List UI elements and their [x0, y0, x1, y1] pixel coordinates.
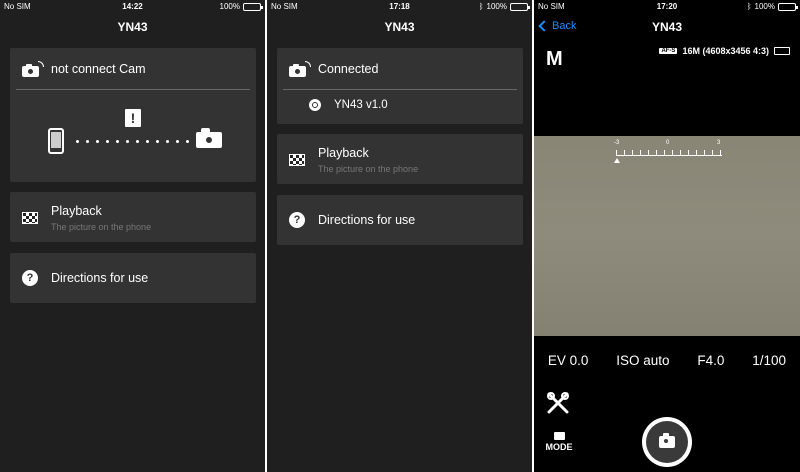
status-bar: No SIM 14:22 100% [0, 0, 265, 14]
battery-icon [243, 2, 263, 11]
phone-icon [48, 128, 64, 154]
shutter-button[interactable] [642, 417, 692, 467]
page-title: YN43 [384, 20, 415, 34]
camera-wifi-icon [22, 61, 44, 77]
connection-dots [76, 140, 189, 143]
battery-icon [778, 2, 798, 11]
battery-percent: 100% [486, 2, 507, 11]
exposure-marker [614, 158, 620, 163]
wrench-icon[interactable] [546, 391, 570, 415]
nav-bar: YN43 [267, 14, 532, 40]
connection-status: Connected [318, 62, 379, 76]
exclamation-icon: ! [125, 109, 141, 127]
device-name: YN43 v1.0 [334, 99, 388, 111]
menu-item-directions[interactable]: ? Directions for use [277, 195, 523, 245]
question-icon: ? [289, 212, 305, 228]
ev-value[interactable]: EV 0.0 [548, 353, 589, 368]
bluetooth-icon: ᛒ [746, 2, 752, 11]
connection-card[interactable]: Connected YN43 v1.0 [277, 48, 523, 124]
divider [16, 89, 250, 90]
screen-disconnected: No SIM 14:22 100% YN43 not connect Cam ! [0, 0, 265, 472]
device-row[interactable]: YN43 v1.0 [309, 99, 388, 111]
playback-label: Playback [51, 204, 102, 218]
playback-label: Playback [318, 146, 369, 160]
resolution-label: 16M (4608x3456 4:3) [682, 46, 769, 56]
menu-item-playback[interactable]: Playback The picture on the phone [277, 134, 523, 184]
screen-connected: No SIM 17:18 ᛒ 100% YN43 Connected YN43 … [267, 0, 532, 472]
menu-item-directions[interactable]: ? Directions for use [10, 253, 256, 303]
nav-bar: Back YN43 [534, 14, 800, 40]
menu-item-playback[interactable]: Playback The picture on the phone [10, 192, 256, 242]
scale-ticks [616, 150, 722, 156]
camera-icon [659, 433, 675, 448]
scale-min: -3 [614, 140, 620, 146]
page-title: YN43 [117, 20, 148, 34]
status-bar: No SIM 17:18 ᛒ 100% [267, 0, 532, 14]
screen-remote-camera: No SIM 17:20 ᛒ 100% Back YN43 M AF-S 16M… [534, 0, 800, 472]
scale-max: 3 [717, 140, 721, 146]
shutter-speed-value[interactable]: 1/100 [752, 353, 786, 368]
connection-card[interactable]: not connect Cam ! [10, 48, 256, 182]
iso-value[interactable]: ISO auto [616, 353, 669, 368]
question-icon: ? [22, 270, 38, 286]
page-title: YN43 [651, 20, 683, 34]
checkerboard-icon [22, 212, 38, 224]
camera-info: AF-S 16M (4608x3456 4:3) [659, 46, 790, 56]
mode-button[interactable]: MODE [542, 432, 576, 452]
nav-bar: YN43 [0, 14, 265, 40]
status-bar: No SIM 17:20 ᛒ 100% [534, 0, 800, 14]
camera-icon [196, 128, 222, 148]
exposure-scale: -3 0 3 [614, 140, 724, 168]
directions-label: Directions for use [318, 213, 416, 227]
mode-label: MODE [545, 442, 573, 452]
shooting-mode: M [546, 48, 563, 70]
battery-percent: 100% [219, 2, 240, 11]
bluetooth-icon: ᛒ [478, 2, 484, 11]
battery-percent: 100% [754, 2, 775, 11]
directions-label: Directions for use [51, 271, 149, 285]
battery-icon [510, 2, 530, 11]
battery-icon [774, 47, 790, 55]
aperture-value[interactable]: F4.0 [697, 353, 724, 368]
checkerboard-icon [289, 154, 305, 166]
connection-status: not connect Cam [51, 62, 146, 76]
camera-wifi-icon [289, 61, 311, 77]
divider [283, 89, 517, 90]
af-mode-badge: AF-S [659, 48, 678, 54]
scale-zero: 0 [666, 140, 670, 146]
playback-sublabel: The picture on the phone [318, 164, 419, 174]
camera-icon [553, 432, 565, 440]
exposure-params: EV 0.0 ISO auto F4.0 1/100 [534, 353, 800, 368]
playback-sublabel: The picture on the phone [51, 222, 152, 232]
device-icon [309, 99, 321, 111]
